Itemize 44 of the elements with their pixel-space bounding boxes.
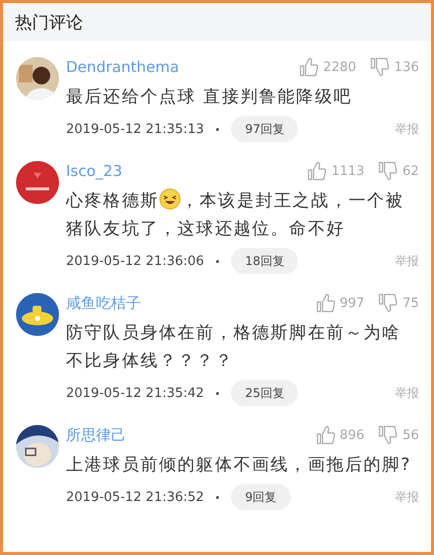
like-count: 997 <box>340 296 364 310</box>
thumbs-up-icon[interactable] <box>316 425 336 445</box>
dislike-count: 56 <box>402 428 419 442</box>
username[interactable]: Isco_23 <box>66 162 294 180</box>
separator-dot <box>216 496 220 498</box>
like-count: 896 <box>340 428 364 442</box>
separator-dot <box>216 128 220 130</box>
comment-text: 心疼格德斯 <box>66 191 159 211</box>
thumbs-down-icon[interactable] <box>378 161 398 181</box>
dislike-count: 136 <box>394 60 419 74</box>
separator-dot <box>216 392 220 394</box>
comment-text: 上港球员前倾的躯体不画线，画拖后的脚? <box>66 455 412 475</box>
section-title: 热门评论 <box>15 12 83 34</box>
laughing-emoji-icon <box>159 188 181 210</box>
report-link[interactable]: 举报 <box>395 384 419 402</box>
username[interactable]: 所思律己 <box>66 426 302 444</box>
timestamp: 2019-05-12 21:36:52 <box>66 490 204 504</box>
replies-button[interactable]: 97回复 <box>231 116 298 142</box>
report-link[interactable]: 举报 <box>395 252 419 270</box>
like-count: 1113 <box>331 164 364 178</box>
username[interactable]: Dendranthema <box>66 58 286 76</box>
replies-button[interactable]: 18回复 <box>231 248 298 274</box>
comment-text: 防守队员身体在前，格德斯脚在前～为啥不比身体线？？？？ <box>66 323 401 371</box>
comment-text: 猪队友坑了，这球还越位。命不好 <box>66 219 345 239</box>
comment-text: 最后还给个点球 直接判鲁能降级吧 <box>66 87 352 107</box>
report-link[interactable]: 举报 <box>395 488 419 506</box>
separator-dot <box>216 260 220 262</box>
timestamp: 2019-05-12 21:35:13 <box>66 122 204 136</box>
timestamp: 2019-05-12 21:36:06 <box>66 254 204 268</box>
thumbs-down-icon[interactable] <box>378 293 398 313</box>
replies-button[interactable]: 9回复 <box>231 484 291 510</box>
dislike-count: 75 <box>402 296 419 310</box>
thumbs-down-icon[interactable] <box>370 57 390 77</box>
report-link[interactable]: 举报 <box>395 120 419 138</box>
thumbs-up-icon[interactable] <box>316 293 336 313</box>
thumbs-up-icon[interactable] <box>307 161 328 181</box>
dislike-count: 62 <box>402 164 419 178</box>
replies-button[interactable]: 25回复 <box>231 380 298 406</box>
timestamp: 2019-05-12 21:35:42 <box>66 386 204 400</box>
like-count: 2280 <box>323 60 356 74</box>
comment-text: ，本该是封王之战，一个被 <box>181 191 404 211</box>
thumbs-up-icon[interactable] <box>299 57 320 77</box>
username[interactable]: 咸鱼吃桔子 <box>66 294 302 312</box>
thumbs-down-icon[interactable] <box>378 425 398 445</box>
